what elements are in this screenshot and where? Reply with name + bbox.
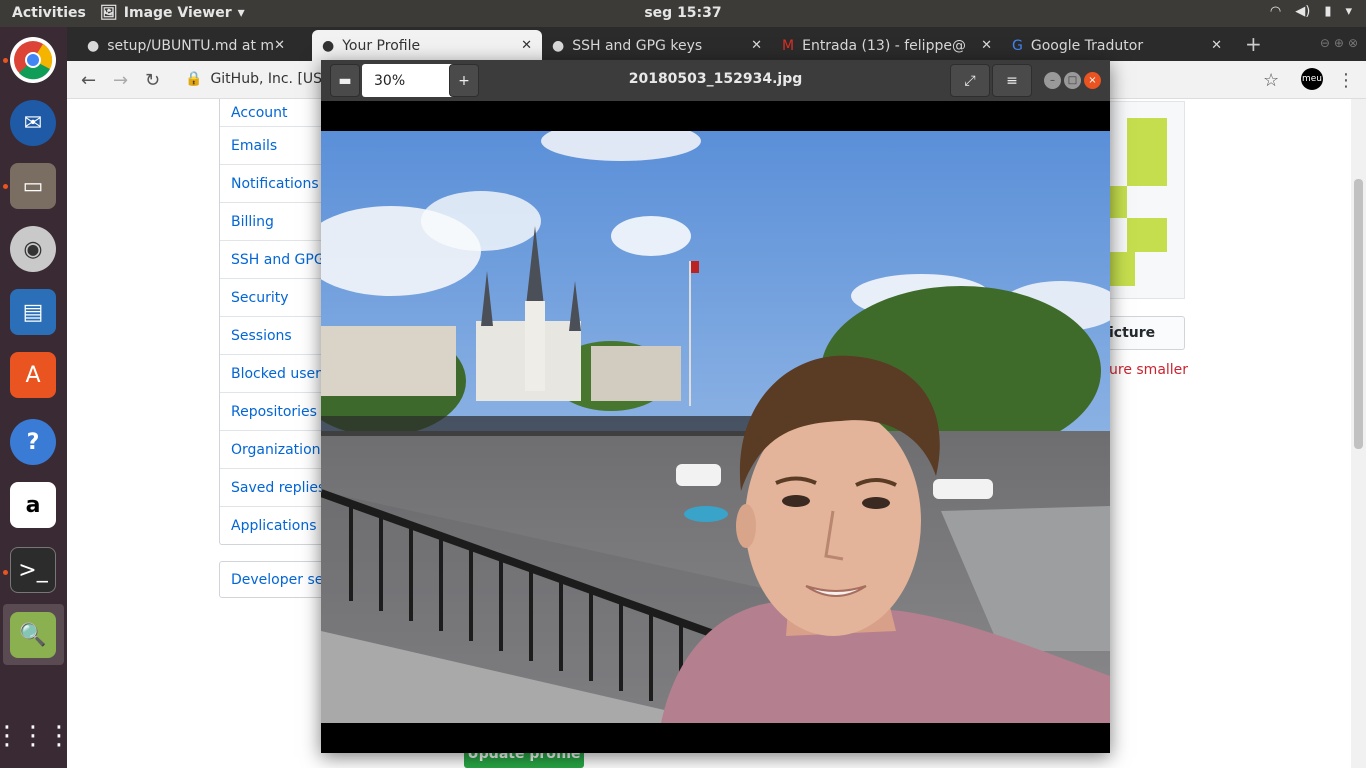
- tab-setup-ubuntu[interactable]: ● setup/UBUNTU.md at m ✕: [77, 30, 295, 61]
- page-scrollbar[interactable]: [1351, 99, 1366, 768]
- picture-size-note: ure smaller: [1109, 362, 1189, 378]
- tab-strip: ● setup/UBUNTU.md at m ✕ ● Your Profile …: [67, 27, 1366, 61]
- fullscreen-button[interactable]: ⤢: [950, 64, 990, 97]
- bookmark-star-icon[interactable]: ☆: [1263, 70, 1279, 91]
- tab-label: Google Tradutor: [1030, 37, 1144, 54]
- chevron-down-icon: ▾: [1345, 4, 1352, 19]
- minimize-button[interactable]: –: [1044, 72, 1061, 89]
- tab-label: SSH and GPG keys: [572, 37, 703, 54]
- files-icon[interactable]: ▭: [10, 163, 56, 209]
- writer-icon[interactable]: ▤: [10, 289, 56, 335]
- image-viewer-window: ▬ 30% ⌄ + 20180503_152934.jpg ⤢ ≡ – □ ×: [321, 60, 1110, 753]
- window-controls[interactable]: ⊖ ⊕ ⊗: [1320, 36, 1358, 50]
- running-indicator: [3, 570, 8, 575]
- rhythmbox-icon[interactable]: ◉: [10, 226, 56, 272]
- volume-icon: ◀): [1295, 4, 1311, 19]
- fullscreen-icon: ⤢: [964, 72, 976, 89]
- close-icon[interactable]: ✕: [274, 38, 285, 53]
- maximize-icon[interactable]: ⊕: [1334, 36, 1344, 50]
- extension-icon[interactable]: meu: [1301, 68, 1323, 90]
- github-icon: ●: [552, 37, 565, 54]
- tab-gmail[interactable]: M Entrada (13) - felippe@ ✕: [772, 30, 1002, 61]
- app-grid-icon[interactable]: ⋮⋮⋮: [0, 713, 72, 759]
- close-icon[interactable]: ✕: [751, 38, 762, 53]
- running-indicator: [3, 58, 8, 63]
- dock: ✉ ▭ ◉ ▤ A ? a >_ 🔍 ⋮⋮⋮: [0, 27, 72, 768]
- edit-picture-button[interactable]: icture: [1107, 316, 1185, 350]
- chrome-icon[interactable]: [10, 37, 56, 83]
- tab-label: setup/UBUNTU.md at m: [107, 37, 275, 54]
- selfie-photo: [321, 131, 1110, 723]
- close-button[interactable]: ×: [1084, 72, 1101, 89]
- tab-your-profile[interactable]: ● Your Profile ✕: [312, 30, 542, 61]
- running-indicator: [3, 184, 8, 189]
- google-translate-icon: G: [1012, 37, 1023, 54]
- top-bar: Activities 🖼 Image Viewer ▾ seg 15:37 ◠ …: [0, 0, 1366, 27]
- close-icon[interactable]: ✕: [521, 38, 532, 53]
- back-icon[interactable]: ←: [81, 70, 96, 91]
- maximize-button[interactable]: □: [1064, 72, 1081, 89]
- software-center-icon[interactable]: A: [10, 352, 56, 398]
- tab-label: Entrada (13) - felippe@: [802, 37, 966, 54]
- minimize-icon[interactable]: ⊖: [1320, 36, 1330, 50]
- hamburger-icon: ≡: [1006, 72, 1018, 89]
- scrollbar-thumb[interactable]: [1354, 179, 1363, 449]
- image-viewer-header: ▬ 30% ⌄ + 20180503_152934.jpg ⤢ ≡ – □ ×: [321, 60, 1110, 101]
- system-tray[interactable]: ◠ ◀) ▮ ▾: [1270, 4, 1352, 19]
- close-icon[interactable]: ⊗: [1348, 36, 1358, 50]
- reload-icon[interactable]: ↻: [145, 70, 160, 91]
- hamburger-menu-button[interactable]: ≡: [992, 64, 1032, 97]
- new-tab-button[interactable]: +: [1245, 32, 1262, 56]
- image-viewer-icon[interactable]: 🔍: [10, 612, 56, 658]
- help-icon[interactable]: ?: [10, 419, 56, 465]
- site-identity: GitHub, Inc. [US]: [210, 71, 328, 87]
- kebab-menu-icon[interactable]: ⋮: [1337, 70, 1355, 91]
- clock[interactable]: seg 15:37: [0, 5, 1366, 21]
- gmail-icon: M: [782, 37, 795, 54]
- tab-google-translate[interactable]: G Google Tradutor ✕: [1002, 30, 1232, 61]
- github-icon: ●: [87, 37, 100, 54]
- wifi-icon: ◠: [1269, 4, 1282, 19]
- tab-ssh-gpg[interactable]: ● SSH and GPG keys ✕: [542, 30, 772, 61]
- terminal-icon[interactable]: >_: [10, 547, 56, 593]
- amazon-icon[interactable]: a: [10, 482, 56, 528]
- avatar: [1107, 101, 1185, 299]
- github-icon: ●: [322, 37, 335, 54]
- address-bar[interactable]: 🔒 GitHub, Inc. [US]: [185, 71, 328, 87]
- battery-icon: ▮: [1324, 4, 1332, 19]
- close-icon[interactable]: ✕: [981, 38, 992, 53]
- thunderbird-icon[interactable]: ✉: [10, 100, 56, 146]
- tab-label: Your Profile: [342, 37, 421, 54]
- forward-icon[interactable]: →: [113, 70, 128, 91]
- close-icon[interactable]: ✕: [1211, 38, 1222, 53]
- lock-icon: 🔒: [185, 71, 203, 87]
